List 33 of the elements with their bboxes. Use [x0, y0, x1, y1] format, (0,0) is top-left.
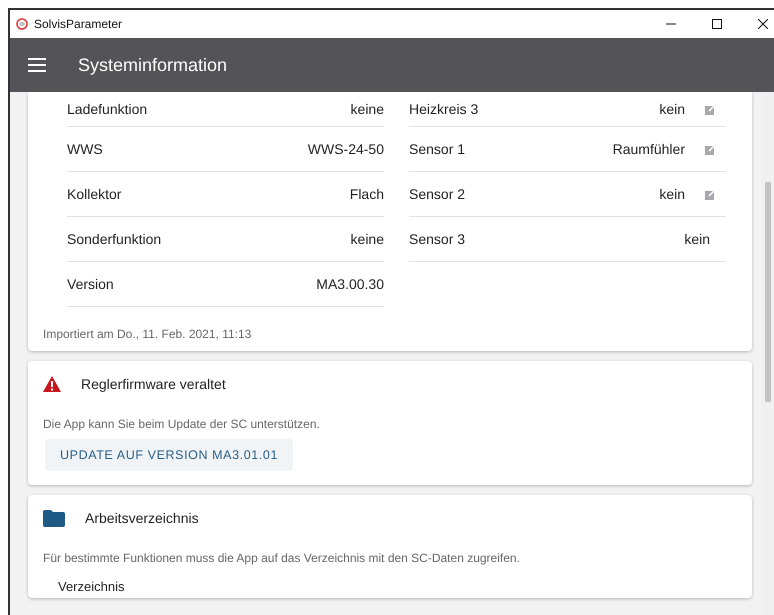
maximize-icon[interactable] — [712, 19, 722, 29]
row-value: keine — [350, 231, 384, 247]
app-logo-icon — [16, 18, 28, 30]
row-label: Sensor 2 — [409, 186, 466, 202]
card-title: Reglerfirmware veraltet — [81, 376, 226, 392]
card-text: Die App kann Sie beim Update der SC unterstützen. — [43, 417, 321, 431]
page-title: Systeminformation — [78, 54, 228, 76]
folder-icon — [43, 510, 65, 526]
import-date-text: Importiert am Do., 11. Feb. 2021, 11:13 — [43, 327, 252, 341]
window-title: SolvisParameter — [34, 17, 122, 31]
row-label: Heizkreis 3 — [409, 101, 480, 117]
row-value: keine — [350, 101, 384, 117]
update-button[interactable]: UPDATE AUF VERSION MA3.01.01 — [45, 439, 294, 471]
row-label: Version — [67, 276, 115, 292]
row-label: Kollektor — [67, 186, 122, 202]
field-label: Verzeichnis — [58, 579, 126, 594]
row-value: MA3.00.30 — [316, 276, 384, 292]
menu-icon[interactable] — [28, 58, 46, 72]
row-label: WWS — [67, 141, 104, 157]
warning-icon — [43, 376, 61, 392]
row-value: kein — [659, 101, 685, 117]
close-icon[interactable] — [758, 19, 768, 29]
card-text: Für bestimmte Funktionen muss die App auf das Verzeichnis mit den SC-Daten zugreifen. — [43, 551, 521, 565]
row-label: Ladefunktion — [67, 101, 148, 117]
row-label: Sonderfunktion — [67, 231, 162, 247]
row-value: kein — [684, 231, 710, 247]
row-label: Sensor 3 — [409, 231, 466, 247]
row-value: kein — [659, 186, 685, 202]
card-title: Arbeitsverzeichnis — [85, 510, 199, 526]
row-value: Raumfühler — [612, 141, 685, 157]
row-label: Sensor 1 — [409, 141, 466, 157]
row-value: Flach — [350, 186, 384, 202]
row-value: WWS-24-50 — [308, 141, 384, 157]
